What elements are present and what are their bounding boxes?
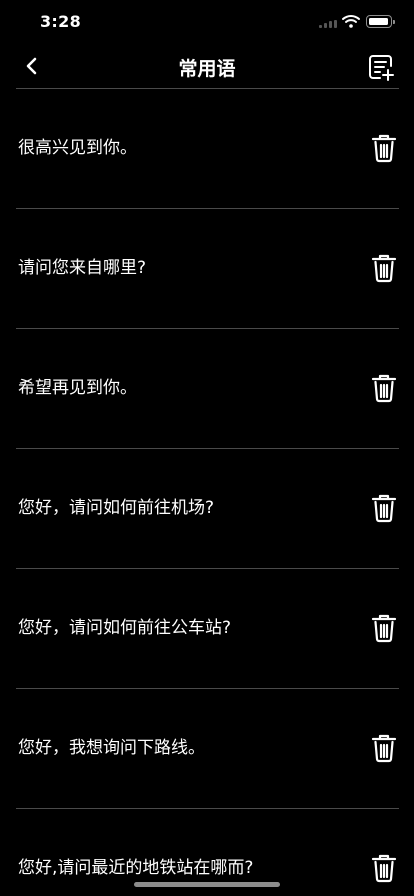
page-title: 常用语	[178, 58, 236, 80]
list-item[interactable]: 您好，请问如何前往机场?	[16, 449, 399, 569]
list-item[interactable]: 请问您来自哪里?	[16, 209, 399, 329]
battery-icon	[366, 15, 395, 28]
trash-icon	[371, 614, 397, 643]
trash-icon	[371, 254, 397, 283]
wifi-icon	[342, 15, 360, 28]
delete-button[interactable]	[371, 613, 397, 643]
delete-button[interactable]	[371, 493, 397, 523]
phrase-text: 您好，我想询问下路线。	[18, 738, 205, 758]
add-phrase-button[interactable]	[366, 52, 396, 82]
status-time: 3:28	[40, 12, 81, 31]
trash-icon	[371, 494, 397, 523]
delete-button[interactable]	[371, 253, 397, 283]
phrases-screen: 3:28 常用语 很高兴见到你。 请问您来自哪里? 希望再见到你。 您好，请问如…	[0, 0, 414, 896]
list-item[interactable]: 您好，请问如何前往公车站?	[16, 569, 399, 689]
phrase-list: 很高兴见到你。 请问您来自哪里? 希望再见到你。 您好，请问如何前往机场? 您好…	[16, 89, 399, 896]
delete-button[interactable]	[371, 733, 397, 763]
phrase-text: 希望再见到你。	[18, 378, 137, 398]
cellular-signal-icon	[319, 20, 337, 28]
list-item[interactable]: 您好，我想询问下路线。	[16, 689, 399, 809]
phrase-text: 您好，请问如何前往公车站?	[18, 618, 232, 638]
navigation-bar: 常用语	[0, 44, 414, 88]
phrase-text: 您好,请问最近的地铁站在哪而?	[18, 858, 254, 878]
home-indicator	[134, 882, 280, 887]
list-item[interactable]: 希望再见到你。	[16, 329, 399, 449]
status-bar: 3:28	[0, 0, 414, 44]
list-item[interactable]: 很高兴见到你。	[16, 89, 399, 209]
delete-button[interactable]	[371, 853, 397, 883]
note-add-icon	[369, 55, 394, 81]
phrase-text: 很高兴见到你。	[18, 138, 137, 158]
trash-icon	[371, 134, 397, 163]
delete-button[interactable]	[371, 133, 397, 163]
phrase-text: 您好，请问如何前往机场?	[18, 498, 215, 518]
trash-icon	[371, 854, 397, 883]
trash-icon	[371, 374, 397, 403]
delete-button[interactable]	[371, 373, 397, 403]
trash-icon	[371, 734, 397, 763]
phrase-text: 请问您来自哪里?	[18, 258, 147, 278]
